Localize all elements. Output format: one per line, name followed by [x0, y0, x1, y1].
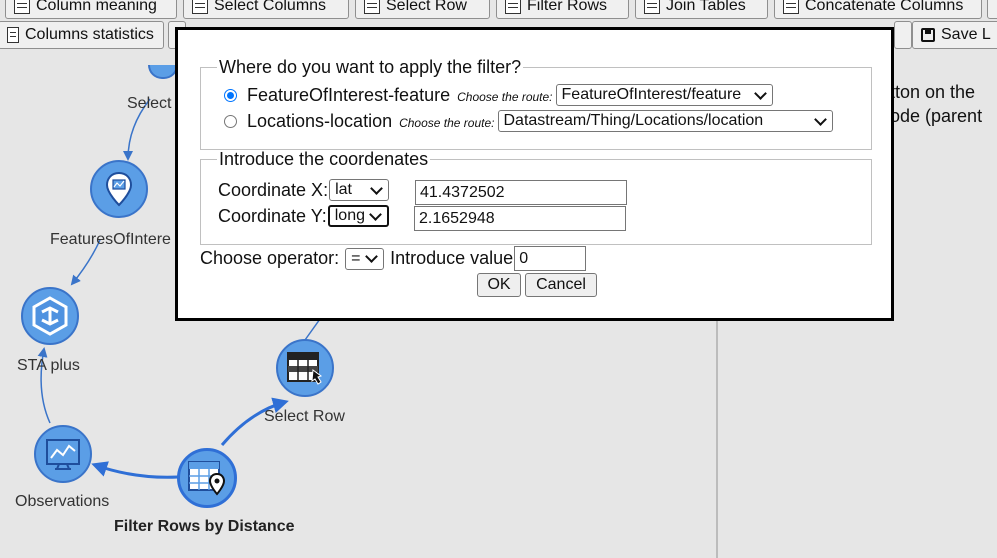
option-location-route-label: Choose the route:: [399, 115, 495, 130]
ok-button-label: OK: [487, 276, 511, 293]
cancel-button[interactable]: Cancel: [525, 273, 597, 297]
coordinates-legend: Introduce the coordenates: [219, 149, 429, 169]
join-tables-icon: [644, 0, 660, 14]
coordinate-y-select-value: long: [334, 207, 365, 224]
select-columns-label: Select Columns: [214, 0, 327, 14]
column-meaning-button[interactable]: Column meaning: [5, 0, 177, 19]
filter-distance-map-pin-icon: [187, 458, 227, 498]
apply-filter-legend: Where do you want to apply the filter?: [219, 57, 522, 77]
node-label-filter-rows: Filter Rows by Distance: [114, 518, 295, 535]
radio-feature-of-interest[interactable]: [224, 88, 237, 102]
coordinate-x-select[interactable]: lat: [329, 179, 390, 201]
coordinate-y-input[interactable]: 2.1652948: [414, 206, 626, 231]
save-icon: [921, 28, 935, 42]
coordinate-y-select[interactable]: long: [327, 205, 389, 227]
concatenate-columns-icon: [783, 0, 799, 14]
node-label-sta-plus: STA plus: [17, 357, 80, 374]
chevron-down-icon: [370, 181, 383, 195]
option-feature-route-label: Choose the route:: [457, 89, 553, 104]
introduce-value-label: Introduce value: [390, 248, 514, 268]
node-label-features: FeaturesOfIntere: [50, 231, 171, 248]
chevron-down-icon: [813, 112, 827, 126]
option-location-row: Locations-location Choose the route: Dat…: [224, 110, 833, 132]
edge-filter-to-observations: [91, 461, 179, 479]
right-panel-text-1: tton on the: [890, 82, 976, 102]
select-columns-button[interactable]: Select Columns: [183, 0, 349, 19]
route-select-feature[interactable]: FeatureOfInterest/feature: [555, 84, 773, 106]
cancel-button-label: Cancel: [536, 276, 586, 293]
chevron-down-icon: [365, 250, 378, 263]
operator-select[interactable]: =: [345, 247, 385, 270]
node-label-observations: Observations: [15, 493, 110, 510]
filter-rows-label: Filter Rows: [527, 0, 608, 14]
columns-statistics-label: Columns statistics: [25, 26, 154, 43]
operator-row: Choose operator: = Introduce value 0: [200, 246, 587, 271]
filter-dialog: Where do you want to apply the filter? F…: [175, 27, 894, 321]
select-row-label: Select Row: [386, 0, 467, 14]
node-label-select-row: Select Row: [264, 408, 345, 425]
coordinate-x-row: Coordinate X: lat: [218, 179, 390, 201]
filter-rows-button[interactable]: Filter Rows: [496, 0, 629, 19]
select-row-icon: [364, 0, 380, 14]
join-tables-label: Join Tables: [666, 0, 746, 14]
coordinate-x-input[interactable]: 41.4372502: [415, 180, 627, 205]
coordinate-x-input-value: 41.4372502: [420, 183, 505, 201]
sta-plus-cube-icon: [30, 296, 70, 336]
concatenate-columns-button[interactable]: Concatenate Columns: [774, 0, 982, 19]
save-label: Save L: [941, 26, 991, 43]
map-pin-icon: [99, 169, 139, 209]
option-feature-row: FeatureOfInterest-feature Choose the rou…: [224, 84, 773, 106]
table-icon: [14, 0, 30, 14]
operator-label: Choose operator:: [200, 248, 340, 268]
value-input-value: 0: [519, 249, 529, 267]
node-observations[interactable]: [34, 425, 92, 483]
route-select-location-value: Datastream/Thing/Locations/location: [503, 112, 764, 129]
columns-statistics-button[interactable]: Columns statistics: [0, 21, 164, 49]
select-row-hand-icon: [285, 348, 325, 388]
chevron-down-icon: [753, 86, 767, 100]
observations-chart-icon: [43, 434, 83, 474]
node-select-row[interactable]: [276, 339, 334, 397]
node-label-select: Select: [127, 95, 172, 112]
option-feature-label: FeatureOfInterest-feature: [247, 84, 451, 105]
coordinate-y-input-value: 2.1652948: [419, 209, 495, 227]
coordinate-y-row: Coordinate Y: long: [218, 205, 389, 227]
coordinate-x-label: Coordinate X:: [218, 179, 329, 200]
concatenate-columns-label: Concatenate Columns: [805, 0, 964, 14]
node-sta-plus[interactable]: [21, 287, 79, 345]
save-button[interactable]: Save L: [912, 21, 997, 49]
operator-select-value: =: [351, 249, 361, 267]
select-columns-icon: [192, 0, 208, 14]
coordinate-y-label: Coordinate Y:: [218, 205, 327, 226]
toolbar-more-button[interactable]: [987, 0, 997, 19]
column-meaning-label: Column meaning: [36, 0, 157, 14]
ok-button[interactable]: OK: [477, 273, 521, 297]
right-panel-text-2: ode (parent: [890, 106, 983, 126]
radio-locations-location[interactable]: [224, 114, 237, 128]
node-features-of-interest[interactable]: [90, 160, 148, 218]
route-select-location[interactable]: Datastream/Thing/Locations/location: [497, 110, 833, 132]
edge-select-row-up: [304, 318, 321, 341]
route-select-feature-value: FeatureOfInterest/feature: [561, 86, 742, 103]
value-input[interactable]: 0: [514, 246, 587, 271]
join-tables-button[interactable]: Join Tables: [635, 0, 768, 19]
option-location-label: Locations-location: [247, 110, 393, 131]
filter-rows-icon: [505, 0, 521, 14]
statistics-icon: [7, 27, 19, 43]
chevron-down-icon: [369, 207, 382, 221]
node-filter-rows-by-distance[interactable]: [177, 448, 237, 508]
coordinate-x-select-value: lat: [335, 181, 352, 198]
select-row-button[interactable]: Select Row: [355, 0, 490, 19]
toolbar-hidden-button-2[interactable]: [894, 21, 912, 49]
